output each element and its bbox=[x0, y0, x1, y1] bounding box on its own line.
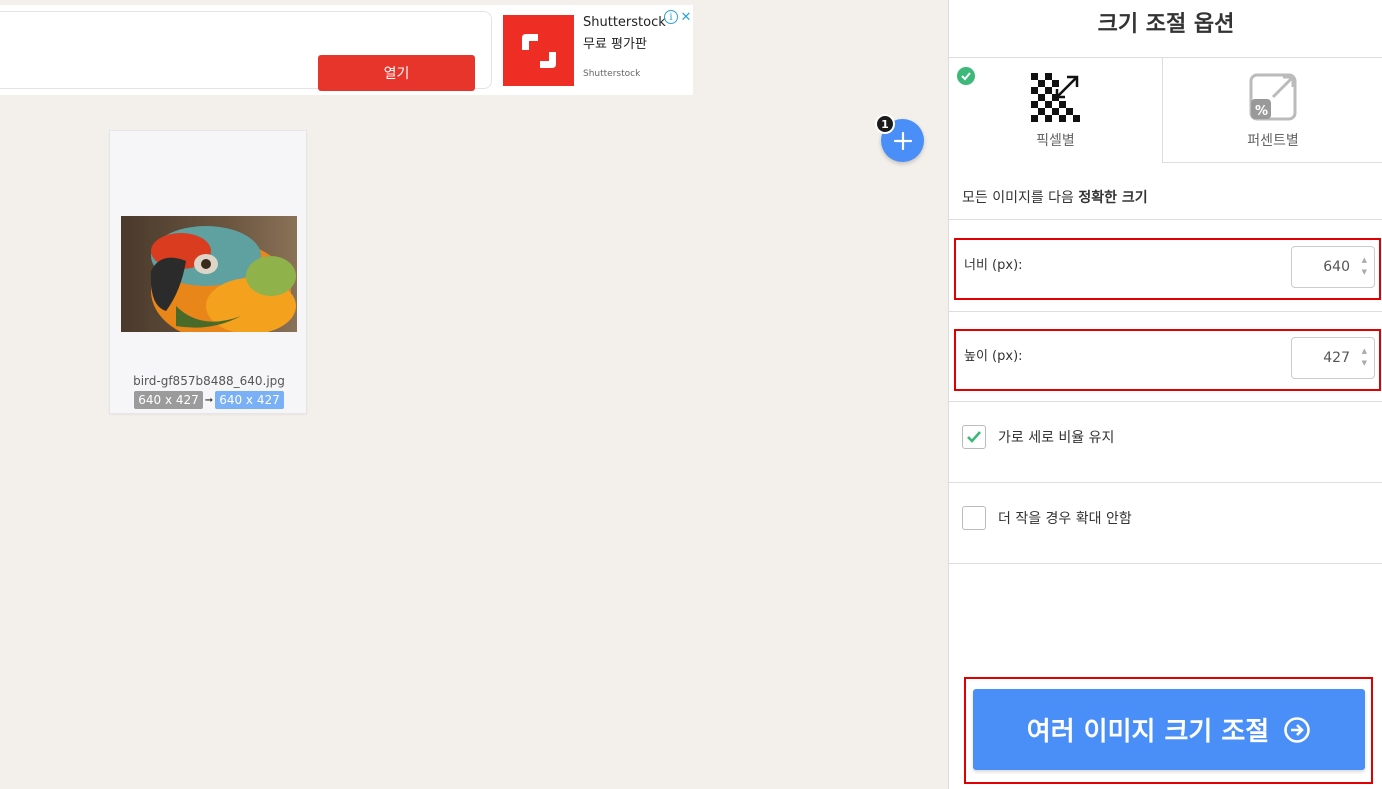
width-label: 너비 (px): bbox=[964, 258, 1023, 273]
no-enlarge-label: 더 작을 경우 확대 안함 bbox=[998, 511, 1132, 527]
description-text: 모든 이미지를 다음 bbox=[962, 190, 1079, 206]
keep-aspect-label: 가로 세로 비율 유지 bbox=[998, 430, 1115, 446]
plus-icon bbox=[893, 131, 912, 150]
width-spinner-icon[interactable]: ▲ ▼ bbox=[1362, 254, 1367, 278]
ad-close-icon[interactable]: ✕ bbox=[679, 10, 693, 25]
tab-by-percentage[interactable]: % 퍼센트별 bbox=[1163, 57, 1382, 163]
file-card[interactable]: bird-gf857b8488_640.jpg 640 x 427 ➞ 640 … bbox=[109, 130, 307, 414]
checkmark-icon bbox=[967, 431, 981, 443]
divider bbox=[949, 563, 1382, 564]
file-name: bird-gf857b8488_640.jpg bbox=[133, 374, 285, 388]
ad-info-icon[interactable]: i bbox=[664, 10, 678, 24]
height-label: 높이 (px): bbox=[964, 349, 1023, 364]
arrow-right-icon: ➞ bbox=[204, 394, 214, 406]
divider bbox=[949, 311, 1382, 312]
no-enlarge-row[interactable]: 더 작을 경우 확대 안함 bbox=[962, 506, 1132, 530]
tab-by-pixels[interactable]: 픽셀별 bbox=[949, 57, 1163, 163]
pixel-resize-icon bbox=[1031, 73, 1080, 122]
ad-subtitle[interactable]: 무료 평가판 bbox=[583, 33, 647, 52]
ad-card: 열기 bbox=[0, 11, 492, 91]
shutterstock-logo-icon[interactable] bbox=[503, 15, 574, 86]
ad-open-button[interactable]: 열기 bbox=[318, 55, 475, 91]
divider bbox=[949, 401, 1382, 402]
ad-brand: Shutterstock bbox=[583, 69, 641, 79]
parrot-thumbnail bbox=[121, 216, 297, 332]
svg-text:%: % bbox=[1255, 104, 1268, 119]
divider bbox=[949, 219, 1382, 220]
resize-button-label: 여러 이미지 크기 조절 bbox=[1026, 717, 1270, 747]
keep-aspect-checkbox[interactable] bbox=[962, 425, 986, 449]
divider bbox=[949, 482, 1382, 483]
height-field: 높이 (px): 427 ▲ ▼ bbox=[954, 329, 1381, 391]
no-enlarge-checkbox[interactable] bbox=[962, 506, 986, 530]
ad-banner: 열기 Shutterstock 무료 평가판 Shutterstock i ✕ bbox=[0, 5, 693, 95]
keep-aspect-row[interactable]: 가로 세로 비율 유지 bbox=[962, 425, 1114, 449]
arrow-circle-right-icon bbox=[1284, 716, 1311, 743]
resize-images-button[interactable]: 여러 이미지 크기 조절 bbox=[973, 689, 1365, 770]
resize-mode-tabs: 픽셀별 % 퍼센트별 bbox=[949, 57, 1382, 163]
height-spinner-icon[interactable]: ▲ ▼ bbox=[1362, 345, 1367, 369]
tab-label-percentage: 퍼센트별 bbox=[1247, 133, 1299, 149]
tab-label-pixels: 픽셀별 bbox=[1036, 133, 1075, 149]
file-dimensions: 640 x 427 ➞ 640 x 427 bbox=[110, 391, 308, 409]
ad-title[interactable]: Shutterstock bbox=[583, 15, 666, 30]
percentage-resize-icon: % bbox=[1249, 73, 1297, 121]
description-emphasis: 정확한 크기 bbox=[1078, 190, 1148, 206]
original-dimensions: 640 x 427 bbox=[134, 391, 203, 409]
width-field: 너비 (px): 640 ▲ ▼ bbox=[954, 238, 1381, 300]
file-count-badge: 1 bbox=[875, 114, 895, 134]
resize-options-panel: 크기 조절 옵션 픽셀별 % 퍼센트별 모든 이미지를 다음 정확한 크기 너비… bbox=[948, 0, 1382, 789]
check-circle-icon bbox=[957, 67, 975, 85]
panel-title: 크기 조절 옵션 bbox=[1097, 12, 1235, 37]
resize-button-highlight: 여러 이미지 크기 조절 bbox=[964, 677, 1373, 784]
resize-description: 모든 이미지를 다음 정확한 크기 bbox=[962, 187, 1148, 207]
new-dimensions: 640 x 427 bbox=[215, 391, 284, 409]
